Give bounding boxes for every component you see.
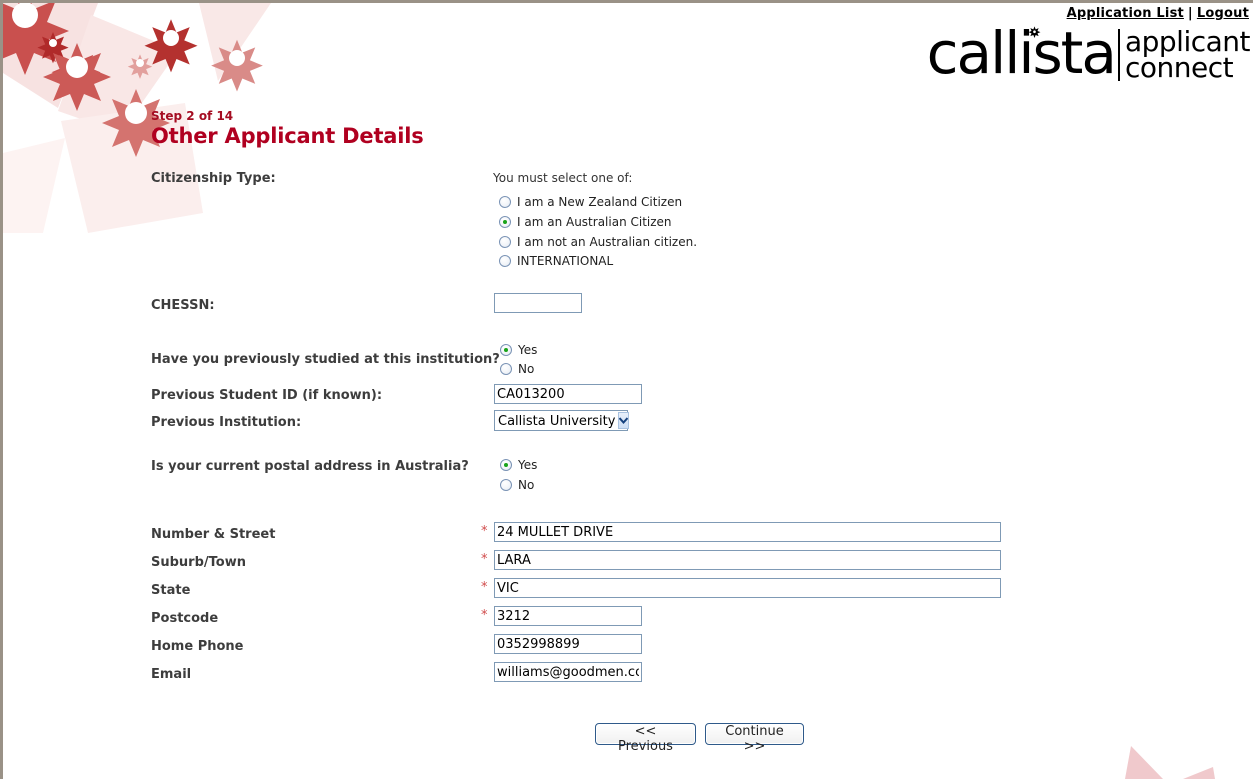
- required-marker: *: [481, 524, 488, 539]
- brand-secondary-text: applicant connect: [1124, 27, 1251, 84]
- radio-indicator[interactable]: [500, 479, 512, 491]
- previous-institution-select[interactable]: Callista University: [494, 410, 630, 431]
- suburb-town-input[interactable]: [494, 550, 1001, 570]
- step-indicator: Step 2 of 14: [151, 109, 234, 123]
- previous-student-id-input[interactable]: [494, 384, 642, 404]
- home-phone-input[interactable]: [494, 634, 642, 654]
- radio-indicator[interactable]: [499, 236, 511, 248]
- postcode-label: Postcode: [151, 611, 219, 626]
- continue-button[interactable]: Continue >>: [705, 723, 804, 754]
- previous-institution-label: Previous Institution:: [151, 415, 302, 430]
- postcode-input[interactable]: [494, 606, 642, 626]
- previous-institution-selected-value: Callista University: [498, 414, 616, 429]
- previous-student-id-label: Previous Student ID (if known):: [151, 388, 383, 403]
- radio-indicator[interactable]: [500, 344, 512, 356]
- radio-label: Yes: [518, 458, 538, 472]
- email-input[interactable]: [494, 662, 642, 682]
- radio-label: No: [518, 362, 535, 376]
- required-marker: *: [481, 552, 488, 567]
- application-page: Application List | Logout callista applica…: [0, 0, 1253, 779]
- number-street-label: Number & Street: [151, 527, 276, 542]
- radio-label: INTERNATIONAL: [517, 254, 614, 268]
- postal-in-australia-label: Is your current postal address in Austra…: [151, 459, 469, 474]
- logout-link[interactable]: Logout: [1197, 6, 1249, 21]
- state-input[interactable]: [494, 578, 1001, 598]
- radio-citizenship-australian[interactable]: I am an Australian Citizen: [499, 215, 672, 229]
- required-marker: *: [481, 608, 488, 623]
- radio-indicator[interactable]: [499, 255, 511, 267]
- previous-button[interactable]: << Previous: [595, 723, 696, 754]
- home-phone-label: Home Phone: [151, 639, 244, 654]
- state-label: State: [151, 583, 191, 598]
- radio-postal-australia-yes[interactable]: Yes: [500, 458, 537, 472]
- radio-label: Yes: [518, 343, 538, 357]
- radio-label: I am not an Australian citizen.: [517, 235, 698, 249]
- citizenship-instruction: You must select one of:: [493, 171, 633, 185]
- radio-indicator[interactable]: [500, 459, 512, 471]
- radio-previously-studied-no[interactable]: No: [500, 362, 534, 376]
- radio-previously-studied-yes[interactable]: Yes: [500, 343, 537, 357]
- radio-label: I am an Australian Citizen: [517, 215, 672, 229]
- chevron-down-icon[interactable]: [618, 412, 630, 429]
- page-title: Other Applicant Details: [151, 124, 424, 148]
- radio-label: I am a New Zealand Citizen: [517, 195, 683, 209]
- suburb-town-label: Suburb/Town: [151, 555, 246, 570]
- link-separator: |: [1187, 6, 1193, 21]
- brand-connect-text: connect: [1124, 51, 1234, 84]
- email-label: Email: [151, 667, 192, 682]
- previously-studied-label: Have you previously studied at this inst…: [151, 352, 500, 367]
- radio-indicator[interactable]: [500, 363, 512, 375]
- chessn-input[interactable]: [494, 293, 582, 313]
- brand-divider: [1117, 29, 1120, 81]
- radio-citizenship-international[interactable]: INTERNATIONAL: [499, 254, 613, 268]
- brand-callista-text: callista: [926, 19, 1117, 87]
- decorative-shards-bottom-right: [1125, 746, 1215, 779]
- chessn-label: CHESSN:: [151, 298, 215, 313]
- citizenship-type-label: Citizenship Type:: [151, 171, 276, 186]
- radio-indicator[interactable]: [499, 196, 511, 208]
- radio-label: No: [518, 478, 535, 492]
- brand-logo: callista applicant connect: [926, 19, 1251, 87]
- radio-citizenship-not-australian[interactable]: I am not an Australian citizen.: [499, 235, 697, 249]
- radio-citizenship-nz[interactable]: I am a New Zealand Citizen: [499, 195, 682, 209]
- number-street-input[interactable]: [494, 522, 1001, 542]
- radio-indicator[interactable]: [499, 216, 511, 228]
- logo-star-icon: [1028, 26, 1041, 38]
- radio-postal-australia-no[interactable]: No: [500, 478, 534, 492]
- required-marker: *: [481, 580, 488, 595]
